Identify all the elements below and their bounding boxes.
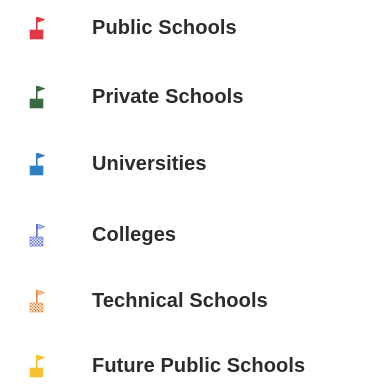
legend-item-private-schools: Private Schools <box>0 77 372 117</box>
future-public-schools-flag-icon <box>26 354 52 378</box>
public-schools-flag-icon <box>26 16 52 40</box>
technical-schools-flag-icon <box>26 289 52 313</box>
legend-item-colleges: Colleges <box>0 215 372 255</box>
legend-item-universities: Universities <box>0 144 372 184</box>
legend-label: Private Schools <box>92 86 244 108</box>
legend-item-future-public-schools: Future Public Schools <box>0 346 372 386</box>
private-schools-flag-icon <box>26 85 52 109</box>
legend-label: Public Schools <box>92 17 237 39</box>
legend-label: Technical Schools <box>92 290 268 312</box>
legend-label: Future Public Schools <box>92 355 306 377</box>
school-legend: Public Schools Private Schools Universit… <box>0 0 372 390</box>
legend-item-technical-schools: Technical Schools <box>0 281 372 321</box>
colleges-flag-icon <box>26 223 52 247</box>
universities-flag-icon <box>26 152 52 176</box>
legend-label: Universities <box>92 153 207 175</box>
legend-item-public-schools: Public Schools <box>0 8 372 48</box>
legend-label: Colleges <box>92 224 177 246</box>
